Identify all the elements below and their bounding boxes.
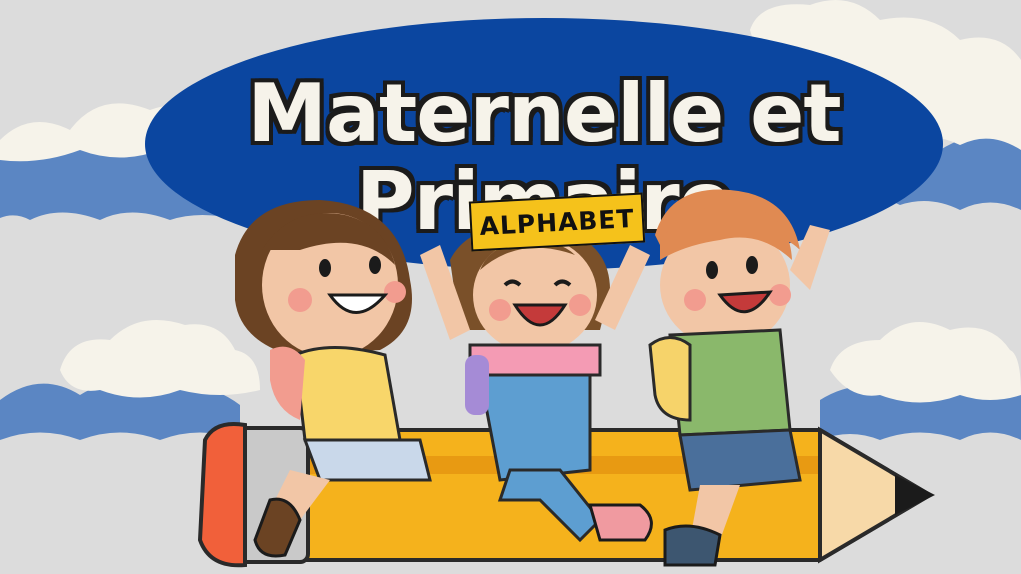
alphabet-tag: ALPHABET bbox=[468, 192, 646, 252]
illustration bbox=[197, 189, 935, 568]
thumbnail-scene: Maternelle et Primaire bbox=[0, 0, 1021, 574]
